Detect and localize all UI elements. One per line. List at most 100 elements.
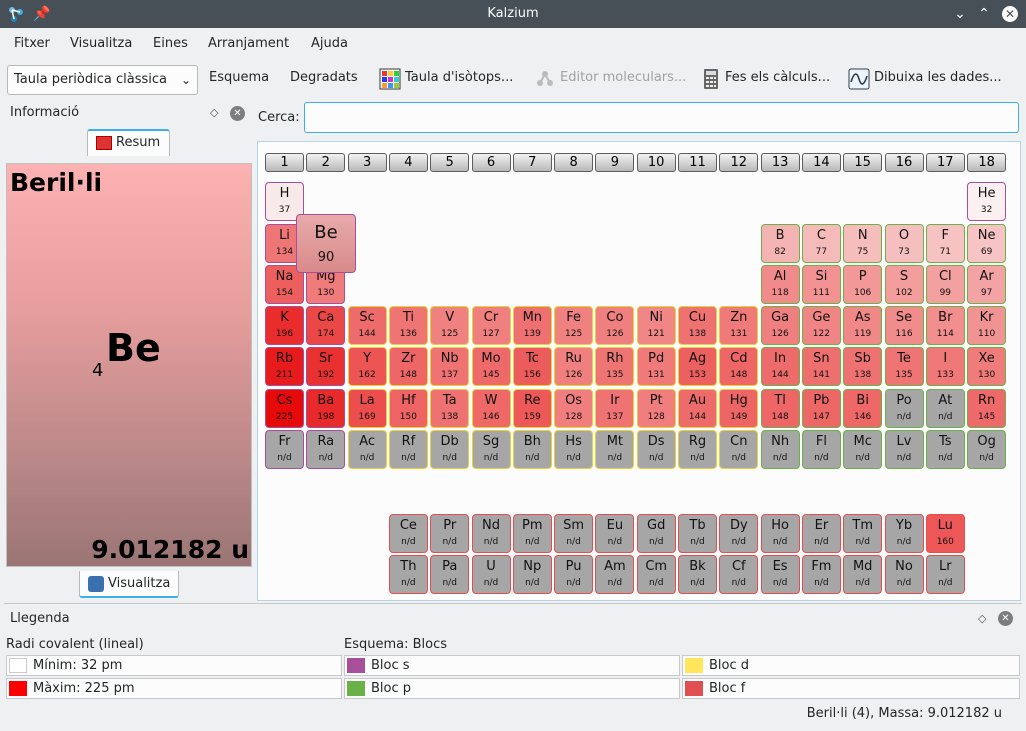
- element-cell-ru[interactable]: Ru 126: [554, 347, 594, 386]
- element-cell-la[interactable]: La 169: [347, 389, 387, 428]
- element-cell-fm[interactable]: Fm n/d: [801, 555, 841, 594]
- element-cell-s[interactable]: S 102: [884, 265, 924, 304]
- element-cell-hg[interactable]: Hg 149: [719, 389, 759, 428]
- molecule-editor-button[interactable]: Editor moleculars...: [560, 70, 686, 85]
- element-cell-re[interactable]: Re 159: [512, 389, 552, 428]
- tab-view[interactable]: Visualitza: [79, 571, 179, 598]
- element-cell-rn[interactable]: Rn 145: [967, 389, 1007, 428]
- element-cell-b[interactable]: B 82: [760, 224, 800, 263]
- element-cell-ag[interactable]: Ag 153: [678, 347, 717, 386]
- element-cell-ds[interactable]: Ds n/d: [636, 430, 676, 469]
- scheme-button[interactable]: Esquema: [209, 70, 269, 85]
- element-cell-th[interactable]: Th n/d: [388, 555, 428, 594]
- minimize-button[interactable]: ⌄: [950, 4, 970, 24]
- element-cell-sm[interactable]: Sm n/d: [554, 514, 594, 553]
- element-cell-hf[interactable]: Hf 150: [388, 389, 428, 428]
- element-cell-rb[interactable]: Rb 211: [265, 347, 304, 386]
- element-cell-kr[interactable]: Kr 110: [967, 306, 1007, 345]
- group-header-9[interactable]: 9: [595, 153, 635, 172]
- element-cell-f[interactable]: F 71: [925, 224, 965, 263]
- element-cell-og[interactable]: Og n/d: [967, 430, 1007, 469]
- element-cell-nb[interactable]: Nb 137: [430, 347, 470, 386]
- element-cell-at[interactable]: At n/d: [925, 389, 965, 428]
- element-cell-bi[interactable]: Bi 146: [843, 389, 883, 428]
- close-window-button[interactable]: ✕: [1002, 6, 1018, 22]
- element-cell-he[interactable]: He 32: [967, 182, 1007, 221]
- group-header-6[interactable]: 6: [471, 153, 511, 172]
- element-cell-cu[interactable]: Cu 138: [678, 306, 717, 345]
- element-cell-mn[interactable]: Mn 139: [512, 306, 552, 345]
- group-header-3[interactable]: 3: [347, 153, 387, 172]
- element-cell-sc[interactable]: Sc 144: [347, 306, 387, 345]
- element-cell-ca[interactable]: Ca 174: [306, 306, 346, 345]
- element-cell-cf[interactable]: Cf n/d: [719, 555, 759, 594]
- element-cell-mc[interactable]: Mc n/d: [843, 430, 883, 469]
- element-cell-ac[interactable]: Ac n/d: [347, 430, 387, 469]
- element-cell-ge[interactable]: Ge 122: [801, 306, 841, 345]
- element-cell-lv[interactable]: Lv n/d: [884, 430, 924, 469]
- element-cell-pa[interactable]: Pa n/d: [430, 555, 470, 594]
- group-header-18[interactable]: 18: [967, 153, 1007, 172]
- element-cell-sn[interactable]: Sn 141: [801, 347, 841, 386]
- element-cell-pd[interactable]: Pd 131: [636, 347, 676, 386]
- element-cell-n[interactable]: N 75: [843, 224, 883, 263]
- element-cell-cd[interactable]: Cd 148: [719, 347, 759, 386]
- group-header-11[interactable]: 11: [678, 153, 717, 172]
- maximize-button[interactable]: ⌃: [974, 4, 994, 24]
- group-header-12[interactable]: 12: [719, 153, 759, 172]
- element-cell-ga[interactable]: Ga 126: [760, 306, 800, 345]
- element-cell-ar[interactable]: Ar 97: [967, 265, 1007, 304]
- element-cell-ni[interactable]: Ni 121: [636, 306, 676, 345]
- element-cell-cl[interactable]: Cl 99: [925, 265, 965, 304]
- menu-arranjament[interactable]: Arranjament: [208, 36, 289, 51]
- element-cell-ta[interactable]: Ta 138: [430, 389, 470, 428]
- float-legend-icon[interactable]: ◇: [978, 612, 986, 625]
- element-cell-sb[interactable]: Sb 138: [843, 347, 883, 386]
- element-cell-np[interactable]: Np n/d: [512, 555, 552, 594]
- element-cell-au[interactable]: Au 144: [678, 389, 717, 428]
- element-cell-y[interactable]: Y 162: [347, 347, 387, 386]
- element-cell-k[interactable]: K 196: [265, 306, 304, 345]
- group-header-15[interactable]: 15: [843, 153, 883, 172]
- float-dock-icon[interactable]: ◇: [210, 106, 218, 119]
- element-cell-po[interactable]: Po n/d: [884, 389, 924, 428]
- calculate-button[interactable]: Fes els càlculs...: [725, 70, 830, 85]
- element-cell-zr[interactable]: Zr 148: [388, 347, 428, 386]
- element-cell-ra[interactable]: Ra n/d: [306, 430, 346, 469]
- element-cell-nd[interactable]: Nd n/d: [471, 514, 511, 553]
- isotope-table-button[interactable]: Taula d'isòtops...: [405, 70, 513, 85]
- menu-ajuda[interactable]: Ajuda: [311, 36, 348, 51]
- group-header-14[interactable]: 14: [801, 153, 841, 172]
- element-cell-er[interactable]: Er n/d: [801, 514, 841, 553]
- element-cell-si[interactable]: Si 111: [801, 265, 841, 304]
- element-cell-cr[interactable]: Cr 127: [471, 306, 511, 345]
- group-header-17[interactable]: 17: [925, 153, 965, 172]
- element-cell-lr[interactable]: Lr n/d: [925, 555, 965, 594]
- element-cell-nh[interactable]: Nh n/d: [760, 430, 800, 469]
- element-cell-rh[interactable]: Rh 135: [595, 347, 635, 386]
- gradients-button[interactable]: Degradats: [290, 70, 358, 85]
- group-header-16[interactable]: 16: [884, 153, 924, 172]
- element-cell-ts[interactable]: Ts n/d: [925, 430, 965, 469]
- element-cell-tm[interactable]: Tm n/d: [843, 514, 883, 553]
- group-header-13[interactable]: 13: [760, 153, 800, 172]
- close-dock-icon[interactable]: ✕: [230, 106, 245, 121]
- element-cell-es[interactable]: Es n/d: [760, 555, 800, 594]
- tab-summary[interactable]: Resum: [87, 129, 170, 156]
- close-legend-icon[interactable]: ✕: [998, 611, 1013, 626]
- element-cell-ir[interactable]: Ir 137: [595, 389, 635, 428]
- element-cell-br[interactable]: Br 114: [925, 306, 965, 345]
- element-cell-tc[interactable]: Tc 156: [512, 347, 552, 386]
- element-cell-db[interactable]: Db n/d: [430, 430, 470, 469]
- element-cell-yb[interactable]: Yb n/d: [884, 514, 924, 553]
- element-cell-md[interactable]: Md n/d: [843, 555, 883, 594]
- element-cell-fe[interactable]: Fe 125: [554, 306, 594, 345]
- table-type-select[interactable]: Taula periòdica clàssica ⌄: [7, 65, 198, 95]
- element-cell-co[interactable]: Co 126: [595, 306, 635, 345]
- element-cell-as[interactable]: As 119: [843, 306, 883, 345]
- group-header-5[interactable]: 5: [430, 153, 470, 172]
- element-cell-bh[interactable]: Bh n/d: [512, 430, 552, 469]
- group-header-7[interactable]: 7: [512, 153, 552, 172]
- element-cell-c[interactable]: C 77: [801, 224, 841, 263]
- element-cell-tb[interactable]: Tb n/d: [678, 514, 717, 553]
